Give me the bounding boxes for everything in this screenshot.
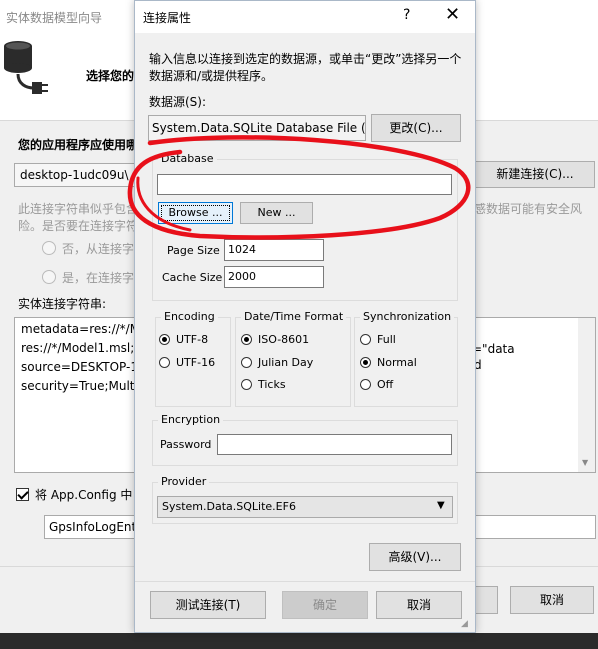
database-group-label: Database xyxy=(158,152,217,165)
password-input[interactable] xyxy=(217,434,452,455)
divider xyxy=(135,581,475,582)
radio-utf8[interactable]: UTF-8 xyxy=(159,333,208,346)
radio-label: Full xyxy=(377,333,396,346)
datetime-group-label: Date/Time Format xyxy=(241,310,347,323)
radio-utf16[interactable]: UTF-16 xyxy=(159,356,215,369)
radio-label: Julian Day xyxy=(258,356,314,369)
instruction-text-line2: 数据源和/或提供程序。 xyxy=(149,69,274,83)
wizard-cancel-button[interactable]: 取消 xyxy=(510,586,594,614)
datetime-format-group: Date/Time Format ISO-8601 Julian Day Tic… xyxy=(235,310,351,407)
connection-select[interactable]: desktop-1udc09u\ xyxy=(14,163,144,187)
datasource-field: System.Data.SQLite Database File (.N xyxy=(148,115,366,141)
radio-iso8601[interactable]: ISO-8601 xyxy=(241,333,309,346)
sync-group-label: Synchronization xyxy=(360,310,455,323)
resize-grip-icon[interactable]: ◢ xyxy=(461,619,468,629)
radio-sync-normal[interactable]: Normal xyxy=(360,356,417,369)
entity-line-right: ="data xyxy=(472,342,515,356)
taskbar-strip xyxy=(0,633,598,649)
encoding-group-label: Encoding xyxy=(161,310,218,323)
radio-selected-icon xyxy=(159,334,170,345)
instruction-text-line1: 输入信息以连接到选定的数据源，或单击“更改”选择另一个 xyxy=(149,52,462,66)
entity-line: security=True;Multi xyxy=(21,379,138,393)
warning-text-line2: 险。是否要在连接字符 xyxy=(18,219,139,233)
database-path-input[interactable] xyxy=(157,174,452,195)
radio-selected-icon xyxy=(360,357,371,368)
radio-unselected-icon xyxy=(159,357,170,368)
encryption-group-label: Encryption xyxy=(158,413,224,426)
new-database-button[interactable]: New ... xyxy=(240,202,313,224)
entity-connection-label: 实体连接字符串: xyxy=(18,297,107,311)
radio-unselected-icon xyxy=(360,334,371,345)
radio-label: UTF-16 xyxy=(176,356,216,369)
radio-label: Off xyxy=(377,378,394,391)
cancel-button[interactable]: 取消 xyxy=(376,591,462,619)
wizard-title: 实体数据模型向导 xyxy=(6,11,103,25)
appconfig-label: 将 App.Config 中 xyxy=(35,488,133,502)
radio-unselected-icon xyxy=(241,357,252,368)
radio-exclude-sensitive[interactable]: 否，从连接字符 xyxy=(42,240,146,257)
provider-group-label: Provider xyxy=(158,475,210,488)
radio-sync-full[interactable]: Full xyxy=(360,333,396,346)
entity-scrollbar[interactable] xyxy=(578,318,595,472)
change-datasource-button[interactable]: 更改(C)... xyxy=(371,114,461,142)
cache-size-label: Cache Size xyxy=(162,271,223,284)
wizard-header-text: 选择您的 xyxy=(86,69,135,83)
radio-label: Normal xyxy=(377,356,417,369)
chevron-down-icon[interactable]: ▼ xyxy=(437,500,445,511)
radio-label: ISO-8601 xyxy=(258,333,310,346)
radio-julian-day[interactable]: Julian Day xyxy=(241,356,313,369)
test-connection-button[interactable]: 测试连接(T) xyxy=(150,591,266,619)
browse-button[interactable]: Browse ... xyxy=(158,202,233,224)
synchronization-group: Synchronization Full Normal Off xyxy=(354,310,458,407)
checkbox-checked-icon xyxy=(16,488,29,501)
password-label: Password xyxy=(160,438,212,451)
radio-ticks[interactable]: Ticks xyxy=(241,378,286,391)
encoding-group: Encoding UTF-8 UTF-16 xyxy=(155,310,231,407)
provider-select[interactable]: System.Data.SQLite.EF6 xyxy=(157,496,453,518)
connection-properties-dialog: 连接属性 ? ✕ 输入信息以连接到选定的数据源，或单击“更改”选择另一个 数据源… xyxy=(134,0,476,633)
radio-selected-icon xyxy=(241,334,252,345)
scroll-down-arrow-icon[interactable]: ▼ xyxy=(582,458,588,467)
entity-line: source=DESKTOP-1 xyxy=(21,360,138,374)
radio-unselected-icon xyxy=(241,379,252,390)
radio-label: UTF-8 xyxy=(176,333,209,346)
radio-circle xyxy=(42,241,56,255)
advanced-button[interactable]: 高级(V)... xyxy=(369,543,461,571)
ok-button[interactable]: 确定 xyxy=(282,591,368,619)
radio-label: Ticks xyxy=(258,378,286,391)
radio-sync-off[interactable]: Off xyxy=(360,378,393,391)
wizard-question-label: 您的应用程序应使用哪 xyxy=(18,138,139,152)
page-size-input[interactable]: 1024 xyxy=(224,239,324,261)
save-appconfig-checkbox[interactable]: 将 App.Config 中 xyxy=(16,486,132,503)
entity-line: res://*/Model1.msl; xyxy=(21,341,135,355)
page-size-label: Page Size xyxy=(167,244,220,257)
database-plug-icon xyxy=(4,41,48,94)
radio-circle xyxy=(42,270,56,284)
help-icon[interactable]: ? xyxy=(403,7,410,23)
warning-text-right: 感数据可能有安全风 xyxy=(474,202,583,216)
close-icon[interactable]: ✕ xyxy=(445,4,460,25)
dialog-title: 连接属性 xyxy=(143,11,192,25)
datasource-label: 数据源(S): xyxy=(149,95,207,109)
cache-size-input[interactable]: 2000 xyxy=(224,266,324,288)
warning-text-line1: 此连接字符串似乎包含 xyxy=(18,202,139,216)
entity-line: metadata=res://*/M xyxy=(21,322,141,336)
radio-include-sensitive[interactable]: 是，在连接字符 xyxy=(42,269,146,286)
radio-unselected-icon xyxy=(360,379,371,390)
new-connection-button[interactable]: 新建连接(C)... xyxy=(475,161,595,188)
